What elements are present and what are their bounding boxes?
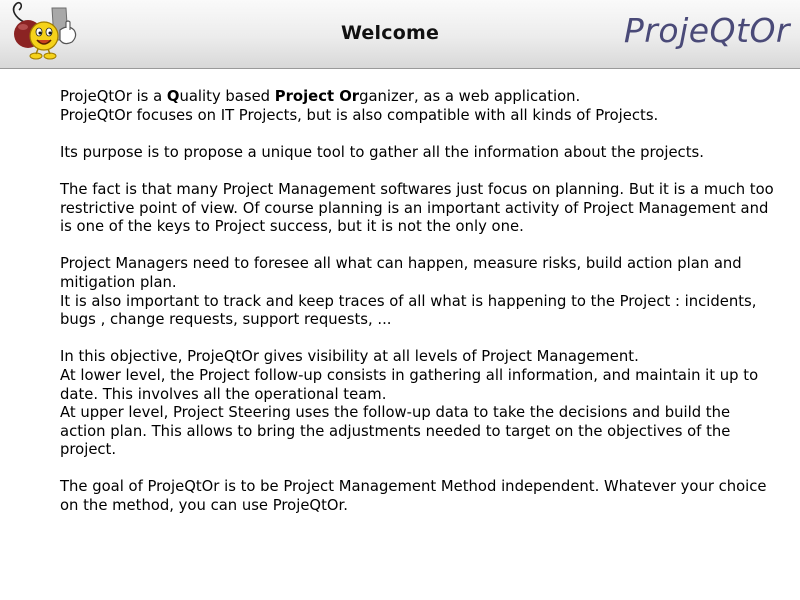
intro-text: ganizer, as a web application. <box>359 88 581 105</box>
intro-bold-q: Q <box>166 88 180 105</box>
fact-paragraph: The fact is that many Project Management… <box>60 180 774 236</box>
intro-paragraph: ProjeQtOr is a Quality based Project Org… <box>60 88 780 125</box>
objective-line-3: At upper level, Project Steering uses th… <box>60 404 731 459</box>
objective-line-2: At lower level, the Project follow-up co… <box>60 366 759 403</box>
goal-paragraph: The goal of ProjeQtOr is to be Project M… <box>60 478 767 515</box>
managers-paragraph: Project Managers need to foresee all wha… <box>60 255 780 329</box>
intro-line-1: ProjeQtOr is a Quality based Project Org… <box>60 88 780 107</box>
header-bar: Welcome ProjeQtOr <box>0 0 800 69</box>
page-title: Welcome <box>340 22 440 44</box>
objective-paragraph: In this objective, ProjeQtOr gives visib… <box>60 348 780 460</box>
intro-text: uality based <box>179 88 275 105</box>
intro-text: ProjeQtOr is a <box>60 88 167 105</box>
brand-name: ProjeQtOr <box>623 11 790 50</box>
managers-line-2: It is also important to track and keep t… <box>60 292 757 329</box>
intro-bold-project: Project Or <box>274 88 360 105</box>
objective-line-1: In this objective, ProjeQtOr gives visib… <box>60 348 639 366</box>
managers-line-1: Project Managers need to foresee all wha… <box>60 255 742 291</box>
intro-line-2: ProjeQtOr focuses on IT Projects, but is… <box>60 106 659 124</box>
welcome-text: ProjeQtOr is a Quality based Project Org… <box>60 88 780 534</box>
projeqtor-logo-icon[interactable] <box>2 0 84 68</box>
purpose-paragraph: Its purpose is to propose a unique tool … <box>60 143 704 161</box>
